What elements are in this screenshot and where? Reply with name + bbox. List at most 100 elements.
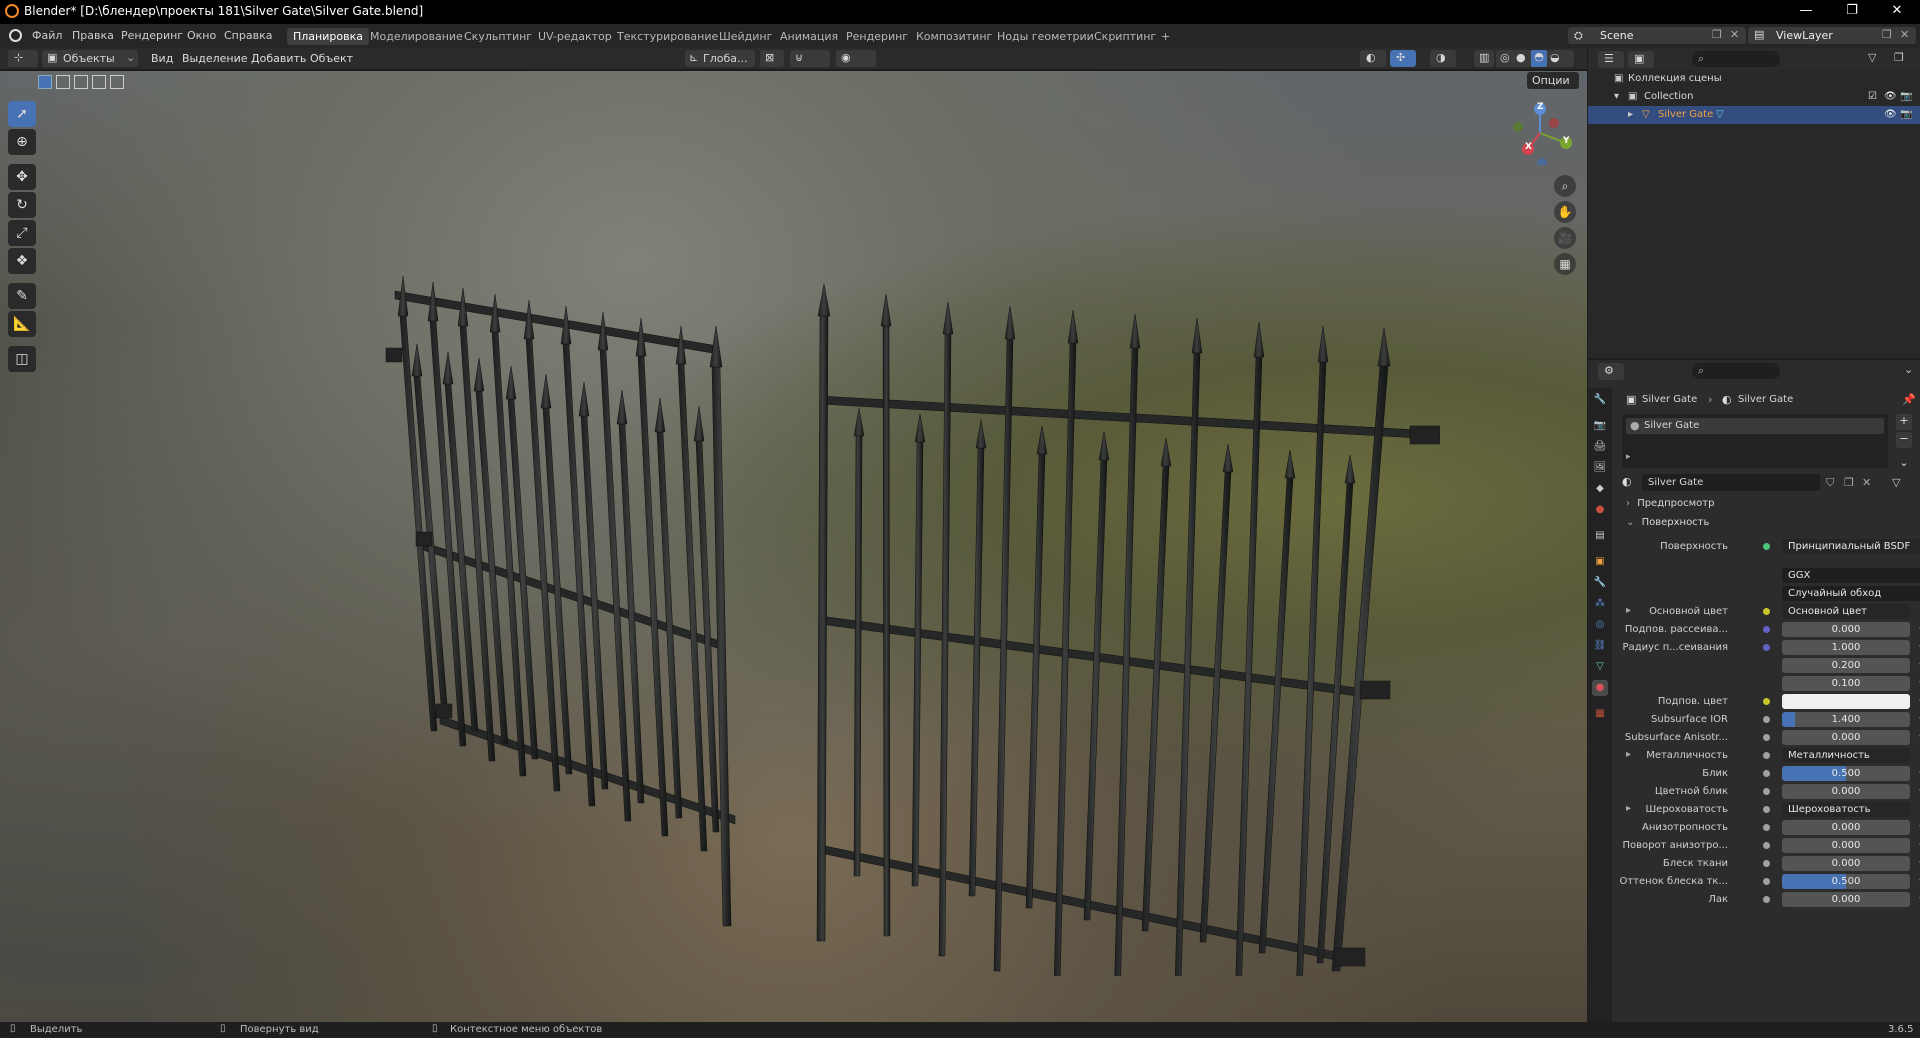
scene-tab-icon[interactable]: ◆ bbox=[1592, 481, 1608, 497]
snap-button[interactable]: ⊍ bbox=[790, 50, 830, 67]
world-tab-icon[interactable]: ● bbox=[1592, 502, 1608, 518]
render-tab-icon[interactable]: 📷 bbox=[1592, 418, 1608, 434]
input-socket-icon[interactable] bbox=[1763, 698, 1770, 705]
menu-view[interactable]: Вид bbox=[151, 52, 173, 65]
zoom-button[interactable]: ⌕ bbox=[1554, 175, 1576, 197]
object-visibility-eye-icon[interactable]: 👁 bbox=[1884, 106, 1897, 124]
visibility-eye-icon[interactable]: 👁 bbox=[1884, 88, 1897, 106]
render-camera-icon[interactable]: 📷 bbox=[1900, 88, 1912, 106]
mesh-data-icon[interactable]: ▽ bbox=[1716, 106, 1724, 124]
menu-help[interactable]: Справка bbox=[224, 29, 272, 42]
physics-tab-icon[interactable]: ◎ bbox=[1592, 617, 1608, 633]
xray-button[interactable]: ▥ bbox=[1474, 50, 1494, 67]
filter-icon[interactable]: ▽ bbox=[1868, 51, 1876, 64]
tab-compositing[interactable]: Композитинг bbox=[910, 28, 998, 45]
new-collection-icon[interactable]: ❐ bbox=[1894, 51, 1904, 64]
input-socket-icon[interactable] bbox=[1763, 842, 1770, 849]
expand-icon[interactable]: ▸ bbox=[1626, 749, 1631, 760]
tab-layout[interactable]: Планировка bbox=[287, 28, 369, 45]
param-number-field[interactable]: 0.000 bbox=[1782, 730, 1910, 745]
param-number-field[interactable]: 0.500 bbox=[1782, 766, 1910, 781]
tool-tab-icon[interactable]: 🔧 bbox=[1592, 392, 1608, 408]
subsurface-method-dropdown[interactable]: Случайный обход bbox=[1782, 586, 1920, 601]
gizmo-toggle-button[interactable]: ✣ bbox=[1390, 50, 1416, 67]
minimize-button[interactable]: — bbox=[1783, 0, 1829, 24]
blender-menu-icon[interactable] bbox=[9, 29, 22, 42]
outliner-search-input[interactable]: ⌕ bbox=[1692, 51, 1780, 67]
viewlayer-selector[interactable]: ▤ ViewLayer ❐ ✕ bbox=[1748, 27, 1916, 44]
input-socket-icon[interactable] bbox=[1763, 626, 1770, 633]
select-intersect-icon[interactable] bbox=[110, 75, 124, 89]
mode-dropdown[interactable]: ▣ Объекты ⌄ bbox=[42, 50, 138, 67]
tab-sculpting[interactable]: Скульптинг bbox=[458, 28, 538, 45]
select-subtract-icon[interactable] bbox=[74, 75, 88, 89]
tab-texture-paint[interactable]: Текстурирование bbox=[611, 28, 724, 45]
collapse-icon[interactable]: ▾ bbox=[1614, 88, 1619, 106]
collection-tab-icon[interactable]: ▤ bbox=[1592, 528, 1608, 544]
camera-view-button[interactable]: 🎥 bbox=[1554, 227, 1576, 249]
input-socket-icon[interactable] bbox=[1763, 824, 1770, 831]
silver-gate-model[interactable] bbox=[380, 236, 1440, 976]
pin-icon[interactable]: 📌 bbox=[1902, 393, 1916, 406]
param-number-field[interactable]: 0.100 bbox=[1782, 676, 1910, 691]
section-preview[interactable]: › Предпросмотр bbox=[1626, 498, 1714, 516]
rendered-shading-icon[interactable]: ◒ bbox=[1550, 51, 1560, 64]
param-number-field[interactable]: 0.000 bbox=[1782, 856, 1910, 871]
outliner-row-silver-gate[interactable]: ▸ ▽ Silver Gate ▽ 👁 📷 bbox=[1588, 106, 1920, 124]
input-socket-icon[interactable] bbox=[1763, 716, 1770, 723]
slot-menu-chevron-icon[interactable]: ⌄ bbox=[1896, 456, 1912, 472]
input-socket-icon[interactable] bbox=[1763, 734, 1770, 741]
select-new-icon[interactable] bbox=[38, 75, 52, 89]
solid-shading-icon[interactable]: ● bbox=[1516, 51, 1526, 64]
3d-viewport[interactable]: Опции ➚ ⊕ ✥ ↻ ⤢ ❖ ✎ 📐 ◫ Z Y X ⌕ ✋ 🎥 ▦ bbox=[0, 71, 1587, 1023]
expand-icon[interactable]: ▸ bbox=[1626, 452, 1631, 462]
param-color-field[interactable] bbox=[1782, 694, 1910, 709]
output-tab-icon[interactable]: 🖨 bbox=[1592, 439, 1608, 455]
menu-object[interactable]: Объект bbox=[310, 52, 353, 65]
select-invert-icon[interactable] bbox=[92, 75, 106, 89]
menu-edit[interactable]: Правка bbox=[72, 29, 114, 42]
properties-search-input[interactable]: ⌕ bbox=[1692, 363, 1780, 379]
menu-file[interactable]: Файл bbox=[32, 29, 62, 42]
expand-icon[interactable]: ▸ bbox=[1626, 605, 1631, 616]
delete-scene-icon[interactable]: ✕ bbox=[1730, 28, 1739, 41]
param-link-field[interactable]: Шероховатость bbox=[1782, 802, 1910, 817]
view-layer-tab-icon[interactable]: 🖼 bbox=[1592, 460, 1608, 476]
display-mode-button[interactable]: ▣ bbox=[1628, 51, 1654, 68]
move-tool[interactable]: ✥ bbox=[8, 164, 36, 190]
param-link-field[interactable]: Металличность bbox=[1782, 748, 1910, 763]
param-number-field[interactable]: 1.000 bbox=[1782, 640, 1910, 655]
menu-render[interactable]: Рендеринг bbox=[121, 29, 183, 42]
menu-select[interactable]: Выделение bbox=[182, 52, 248, 65]
tab-animation[interactable]: Анимация bbox=[774, 28, 844, 45]
param-number-field[interactable]: 0.500 bbox=[1782, 874, 1910, 889]
add-cube-tool[interactable]: ◫ bbox=[8, 346, 36, 372]
input-socket-icon[interactable] bbox=[1763, 806, 1770, 813]
menu-window[interactable]: Окно bbox=[187, 29, 216, 42]
new-scene-icon[interactable]: ❐ bbox=[1712, 28, 1722, 41]
cursor-tool[interactable]: ⊕ bbox=[8, 129, 36, 155]
delete-viewlayer-icon[interactable]: ✕ bbox=[1900, 28, 1909, 41]
expand-icon[interactable]: ▸ bbox=[1628, 106, 1633, 124]
param-number-field[interactable]: 0.000 bbox=[1782, 820, 1910, 835]
modifier-tab-icon[interactable]: 🔧 bbox=[1592, 575, 1608, 591]
close-button[interactable]: ✕ bbox=[1874, 0, 1920, 24]
select-extend-icon[interactable] bbox=[56, 75, 70, 89]
add-workspace-button[interactable]: + bbox=[1155, 28, 1176, 45]
object-tab-icon[interactable]: ▣ bbox=[1592, 554, 1608, 570]
object-render-camera-icon[interactable]: 📷 bbox=[1900, 106, 1912, 124]
expand-icon[interactable]: ▸ bbox=[1626, 803, 1631, 814]
material-browse-icon[interactable]: ◐ bbox=[1622, 475, 1632, 488]
tab-modeling[interactable]: Моделирование bbox=[364, 28, 469, 45]
add-slot-button[interactable]: + bbox=[1896, 414, 1912, 430]
select-box-tool[interactable]: ➚ bbox=[8, 101, 36, 127]
annotate-tool[interactable]: ✎ bbox=[8, 283, 36, 309]
particles-tab-icon[interactable]: ⁂ bbox=[1592, 596, 1608, 612]
wireframe-shading-icon[interactable]: ◎ bbox=[1500, 51, 1510, 64]
options-dropdown[interactable]: Опции bbox=[1527, 72, 1579, 89]
navigation-gizmo[interactable]: Z Y X bbox=[1508, 101, 1572, 168]
visibility-button[interactable]: ◐ bbox=[1360, 50, 1386, 67]
input-socket-icon[interactable] bbox=[1763, 608, 1770, 615]
input-socket-icon[interactable] bbox=[1763, 896, 1770, 903]
outliner-row-collection[interactable]: ▾ ▣ Collection ☑ 👁 📷 bbox=[1588, 88, 1920, 106]
